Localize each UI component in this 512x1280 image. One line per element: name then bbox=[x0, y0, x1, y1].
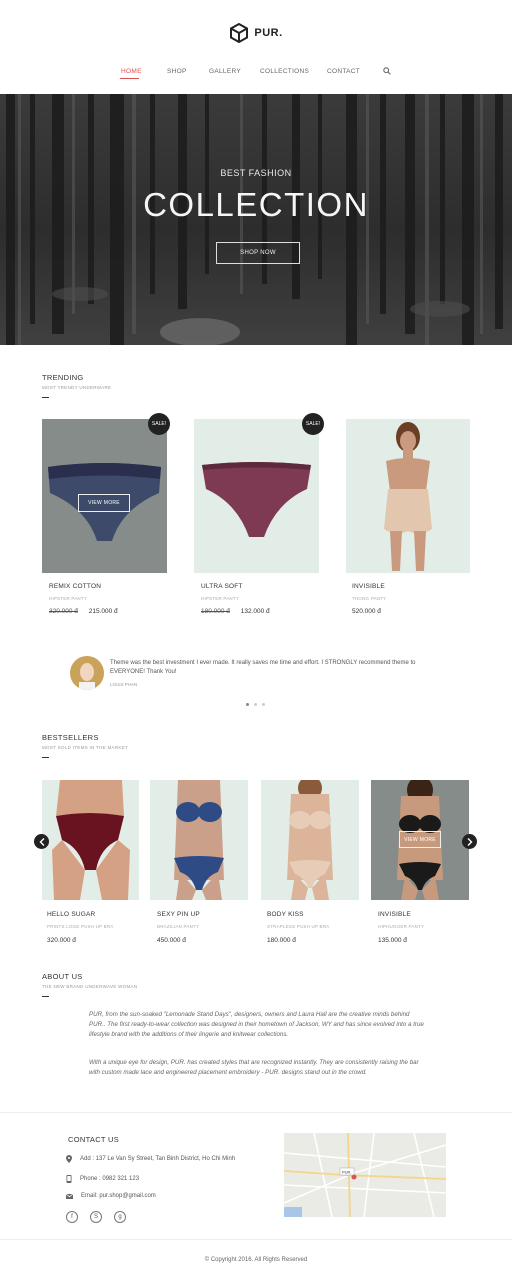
nav-active-underline bbox=[120, 78, 139, 79]
email-icon bbox=[66, 1193, 73, 1199]
google-plus-icon[interactable]: g bbox=[114, 1211, 126, 1223]
section-divider bbox=[42, 996, 49, 997]
product-name[interactable]: BODY KISS bbox=[267, 911, 304, 918]
product-image[interactable] bbox=[42, 780, 139, 900]
chevron-left-icon bbox=[39, 837, 44, 846]
divider bbox=[0, 1112, 512, 1113]
old-price: 180.000 đ bbox=[201, 608, 230, 615]
product-type: HIPHUGGER PANTY bbox=[378, 924, 425, 929]
main-nav: HOME SHOP GALLERY COLLECTIONS CONTACT bbox=[0, 67, 512, 80]
current-price: 320.000 đ bbox=[47, 937, 76, 944]
facebook-icon[interactable]: f bbox=[66, 1211, 78, 1223]
product-type: BRAZILIAN PANTY bbox=[157, 924, 200, 929]
contact-title: CONTACT US bbox=[68, 1135, 120, 1144]
model-image bbox=[174, 780, 224, 900]
avatar bbox=[70, 656, 104, 690]
current-price: 215.000 đ bbox=[88, 608, 118, 615]
cube-logo-icon bbox=[230, 23, 249, 43]
nav-home[interactable]: HOME bbox=[121, 68, 142, 75]
address-text: Add : 137 Le Van Sy Street, Tan Binh Dis… bbox=[80, 1156, 236, 1162]
location-map[interactable]: PUR. bbox=[284, 1133, 446, 1217]
about-subtitle: THE NEW BRAND UNDERWAVE WOMAN bbox=[42, 984, 138, 989]
contact-email: Email: pur.shop@gmail.com bbox=[66, 1193, 156, 1199]
about-paragraph: PUR, from the sun-soaked "Lemonade Stand… bbox=[89, 1011, 424, 1038]
nav-gallery[interactable]: GALLERY bbox=[209, 68, 241, 75]
product-name[interactable]: INVISIBLE bbox=[352, 583, 385, 590]
product-price: 320.000 đ 215.000 đ bbox=[49, 608, 118, 615]
carousel-dot[interactable] bbox=[262, 703, 265, 706]
carousel-dot[interactable] bbox=[254, 703, 257, 706]
shop-now-button[interactable]: SHOP NOW bbox=[216, 242, 300, 264]
nav-shop[interactable]: SHOP bbox=[167, 68, 187, 75]
model-image bbox=[287, 780, 333, 900]
carousel-dot[interactable] bbox=[246, 703, 249, 706]
product-type: HIPSTER PANTY bbox=[49, 596, 88, 601]
panty-image bbox=[202, 462, 311, 537]
product-name[interactable]: SEXY PIN UP bbox=[157, 911, 200, 918]
product-name[interactable]: HELLO SUGAR bbox=[47, 911, 95, 918]
product-image[interactable] bbox=[150, 780, 248, 900]
view-more-button[interactable]: VIEW MORE bbox=[399, 831, 441, 848]
phone-text[interactable]: Phone : 0982 321 123 bbox=[80, 1176, 139, 1182]
product-name[interactable]: REMIX COTTON bbox=[49, 583, 101, 590]
product-image[interactable] bbox=[261, 780, 359, 900]
current-price: 132.000 đ bbox=[240, 608, 270, 615]
prev-arrow-button[interactable] bbox=[34, 834, 49, 849]
product-type: THONG PANTY bbox=[352, 596, 387, 601]
next-arrow-button[interactable] bbox=[462, 834, 477, 849]
product-type: STRAPLESS PUSH UP BRA bbox=[267, 924, 330, 929]
product-type: PRINTS LOGE PUSH UP BRA bbox=[47, 924, 114, 929]
product-type: HIPSTER PANTY bbox=[201, 596, 240, 601]
product-image[interactable] bbox=[346, 419, 470, 573]
phone-icon bbox=[66, 1175, 72, 1183]
map-image: PUR. bbox=[284, 1133, 446, 1217]
section-divider bbox=[42, 397, 49, 398]
avatar-image bbox=[70, 656, 104, 690]
old-price: 320.000 đ bbox=[49, 608, 78, 615]
current-price: 180.000 đ bbox=[267, 937, 296, 944]
product-price: 180.000 đ 132.000 đ bbox=[201, 608, 270, 615]
current-price: 520.000 đ bbox=[352, 608, 381, 615]
hero-title: COLLECTION bbox=[143, 186, 369, 223]
contact-phone: Phone : 0982 321 123 bbox=[66, 1175, 139, 1183]
brand-name: PUR. bbox=[254, 27, 283, 39]
product-name[interactable]: ULTRA SOFT bbox=[201, 583, 243, 590]
copyright-text: © Copyright 2016. All Rights Reserved bbox=[204, 1257, 308, 1263]
nav-contact[interactable]: CONTACT bbox=[327, 68, 360, 75]
contact-address: Add : 137 Le Van Sy Street, Tan Binh Dis… bbox=[66, 1155, 235, 1163]
search-icon[interactable] bbox=[383, 67, 391, 75]
bestsellers-subtitle: MOST SOLD ITEMS IN THE MARKET bbox=[42, 745, 129, 750]
view-more-button[interactable]: VIEW MORE bbox=[78, 494, 130, 512]
about-title: ABOUT US bbox=[42, 972, 83, 981]
model-image bbox=[52, 780, 130, 900]
current-price: 135.000 đ bbox=[378, 937, 407, 944]
testimonial-author: LOUIS PHAN bbox=[110, 682, 138, 687]
current-price: 450.000 đ bbox=[157, 937, 186, 944]
product-image[interactable] bbox=[194, 419, 319, 573]
product-name[interactable]: INVISIBLE bbox=[378, 911, 411, 918]
hero-subtitle: BEST FASHION bbox=[220, 168, 292, 178]
about-paragraph: With a unique eye for design, PUR. has c… bbox=[89, 1059, 419, 1076]
section-divider bbox=[42, 757, 49, 758]
trending-title: TRENDING bbox=[42, 373, 84, 382]
testimonial-quote: Theme was the best investment I ever mad… bbox=[110, 660, 416, 675]
sale-badge: SALE! bbox=[302, 413, 324, 435]
brand-logo[interactable]: PUR. bbox=[0, 22, 512, 44]
trending-subtitle: MOST TRENDY UNDERWARE bbox=[42, 385, 112, 390]
skype-icon[interactable]: S bbox=[90, 1211, 102, 1223]
bestsellers-title: BESTSELLERS bbox=[42, 733, 99, 742]
chevron-right-icon bbox=[467, 837, 472, 846]
location-pin-icon bbox=[66, 1155, 72, 1163]
divider bbox=[0, 1239, 512, 1240]
nav-collections[interactable]: COLLECTIONS bbox=[260, 68, 309, 75]
sale-badge: SALE! bbox=[148, 413, 170, 435]
email-text[interactable]: Email: pur.shop@gmail.com bbox=[81, 1193, 156, 1199]
map-label: PUR. bbox=[342, 1170, 352, 1175]
model-image bbox=[384, 422, 432, 571]
